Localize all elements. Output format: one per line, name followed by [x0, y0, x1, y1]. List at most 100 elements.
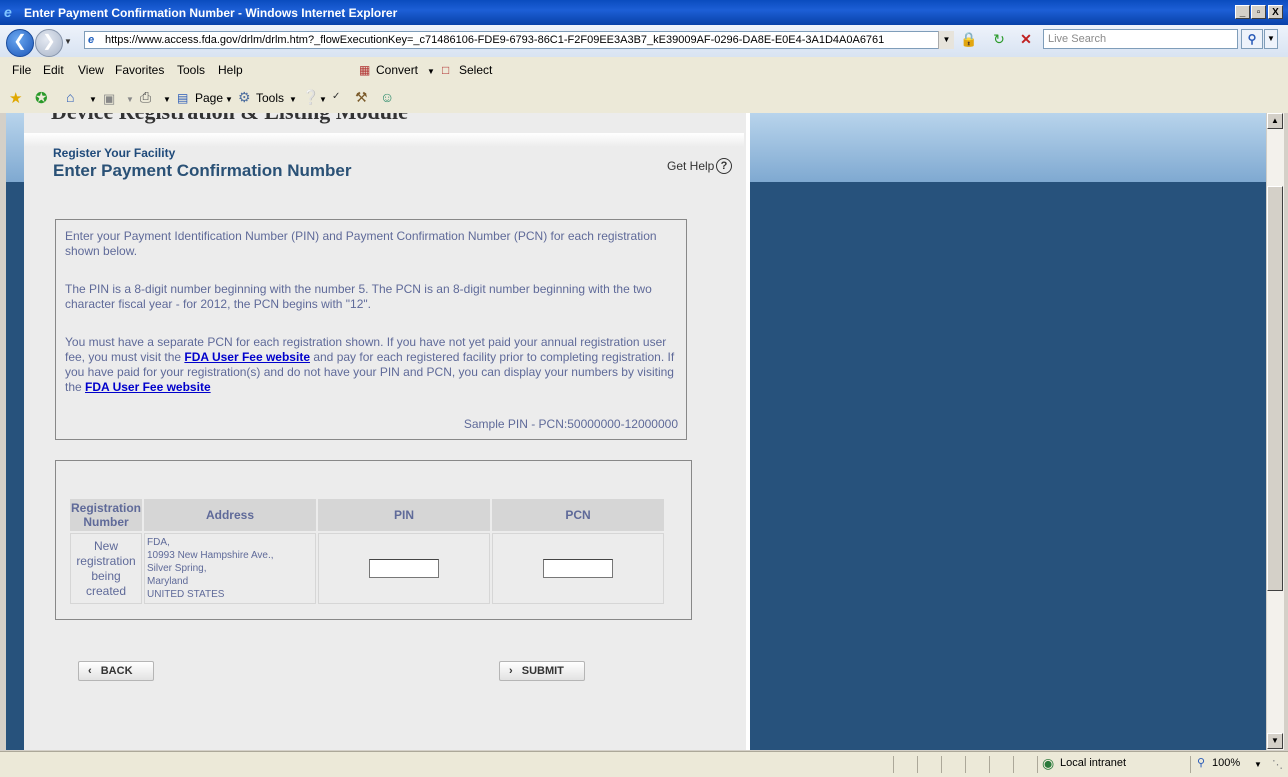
search-icon[interactable]: ⚲ — [1241, 29, 1263, 49]
page-dropdown-icon[interactable]: ▼ — [225, 95, 233, 104]
convert-icon: ▦ — [359, 63, 371, 77]
refresh-icon[interactable]: ↻ — [988, 28, 1010, 50]
spell-check-icon[interactable]: ✓ — [332, 91, 340, 102]
pcn-input[interactable] — [543, 559, 613, 578]
help-question-icon[interactable]: ? — [716, 158, 732, 174]
help-icon[interactable]: ❔ — [302, 89, 319, 106]
address-line: Silver Spring, — [147, 563, 207, 574]
page-icon: e — [88, 34, 95, 46]
registration-table-box: Registration Number Address PIN PCN New … — [55, 460, 692, 620]
home-dropdown-icon[interactable]: ▼ — [89, 95, 97, 104]
resize-grip-icon[interactable]: ⋱ — [1272, 758, 1283, 771]
tools-menu-button[interactable]: Tools — [256, 91, 284, 105]
command-bar: ★ ✪ ⌂ ▼ ▣ ▼ ⎙ ▼ ▤ Page ▼ ⚙ Tools ▼ ❔ ▼ ✓… — [0, 84, 1288, 113]
close-window-button[interactable]: X — [1268, 5, 1283, 19]
chevron-right-icon: › — [509, 665, 513, 677]
search-options-dropdown-icon[interactable]: ▼ — [1264, 29, 1278, 49]
feeds-dropdown-icon[interactable]: ▼ — [126, 95, 134, 104]
status-divider — [1037, 756, 1038, 773]
research-icon[interactable]: ⚒ — [355, 89, 368, 106]
submit-button[interactable]: › SUBMIT — [499, 661, 585, 681]
menu-help[interactable]: Help — [218, 63, 243, 77]
instructions-paragraph-3: You must have a separate PCN for each re… — [65, 335, 680, 395]
scroll-up-icon[interactable]: ▲ — [1267, 113, 1283, 129]
lock-icon[interactable]: 🔒 — [958, 28, 980, 50]
favorites-star-icon[interactable]: ★ — [9, 89, 22, 107]
instructions-paragraph-2: The PIN is a 8-digit number beginning wi… — [65, 282, 652, 311]
header-registration-number: Registration Number — [70, 499, 142, 531]
restore-button[interactable]: ▫ — [1251, 5, 1266, 19]
registration-number-cell: New registration being created — [70, 533, 142, 604]
status-divider — [941, 756, 942, 773]
print-dropdown-icon[interactable]: ▼ — [163, 95, 171, 104]
header-address: Address — [144, 499, 316, 531]
web-page-viewport: Device Registration & Listing Module Reg… — [6, 113, 1266, 750]
status-divider — [917, 756, 918, 773]
pin-cell — [318, 533, 490, 604]
status-divider — [1013, 756, 1014, 773]
page-menu-icon: ▤ — [177, 91, 189, 105]
address-line: 10993 New Hampshire Ave., — [147, 550, 274, 561]
zoom-icon: ⚲ — [1197, 757, 1206, 769]
module-heading: Device Registration & Listing Module — [51, 113, 408, 125]
menu-file[interactable]: File — [12, 63, 31, 77]
chevron-left-icon: ‹ — [88, 665, 92, 677]
status-divider — [1190, 756, 1191, 773]
menu-view[interactable]: View — [78, 63, 104, 77]
select-icon: □ — [442, 63, 450, 77]
menu-bar: File Edit View Favorites Tools Help ▦ Co… — [0, 57, 1288, 85]
url-text[interactable]: https://www.access.fda.gov/drlm/drlm.htm… — [105, 34, 884, 46]
print-icon[interactable]: ⎙ — [140, 89, 151, 106]
menu-tools[interactable]: Tools — [177, 63, 205, 77]
get-help-link[interactable]: Get Help — [667, 159, 714, 173]
address-cell: FDA, 10993 New Hampshire Ave., Silver Sp… — [144, 533, 316, 604]
feeds-icon[interactable]: ▣ — [103, 91, 115, 107]
address-dropdown-icon[interactable]: ▼ — [938, 31, 954, 49]
scrollbar-thumb[interactable] — [1267, 186, 1283, 591]
forward-arrow-icon[interactable]: ❯ — [35, 29, 63, 57]
back-button[interactable]: ‹ BACK — [78, 661, 154, 681]
status-divider — [965, 756, 966, 773]
select-button[interactable]: Select — [459, 63, 492, 77]
tools-dropdown-icon[interactable]: ▼ — [289, 95, 297, 104]
vertical-scrollbar[interactable]: ▲ ▼ — [1266, 113, 1284, 750]
menu-edit[interactable]: Edit — [43, 63, 64, 77]
help-dropdown-icon[interactable]: ▼ — [319, 95, 327, 104]
back-arrow-icon[interactable]: ❮ — [6, 29, 34, 57]
fda-user-fee-link-2[interactable]: FDA User Fee website — [85, 380, 211, 394]
zoom-dropdown-icon[interactable]: ▼ — [1254, 760, 1262, 769]
submit-button-label: SUBMIT — [521, 665, 564, 677]
address-line: Maryland — [147, 576, 189, 587]
fda-user-fee-link[interactable]: FDA User Fee website — [184, 350, 310, 364]
menu-favorites[interactable]: Favorites — [115, 63, 164, 77]
messenger-icon[interactable]: ☺ — [380, 89, 394, 105]
window-title-bar: e Enter Payment Confirmation Number - Wi… — [0, 0, 1288, 25]
tools-gear-icon: ⚙ — [238, 89, 251, 105]
intranet-globe-icon: ◉ — [1042, 755, 1055, 771]
table-row: New registration being created FDA, 1099… — [70, 533, 664, 604]
status-divider — [893, 756, 894, 773]
search-input[interactable]: Live Search — [1043, 29, 1238, 49]
address-line: FDA, — [147, 537, 170, 548]
home-icon[interactable]: ⌂ — [66, 89, 74, 105]
stop-icon[interactable]: ✕ — [1015, 28, 1037, 50]
scroll-down-icon[interactable]: ▼ — [1267, 733, 1283, 749]
sample-pin-pcn: Sample PIN - PCN:50000000-12000000 — [463, 417, 678, 431]
security-zone-label[interactable]: Local intranet — [1060, 757, 1126, 769]
zoom-level[interactable]: 100% — [1212, 757, 1240, 769]
pcn-cell — [492, 533, 664, 604]
instructions-paragraph-1: Enter your Payment Identification Number… — [65, 229, 657, 258]
status-bar: ◉ Local intranet ⚲ 100% ▼ ⋱ — [0, 751, 1288, 777]
table-header-row: Registration Number Address PIN PCN — [70, 499, 664, 531]
page-menu-button[interactable]: Page — [195, 91, 223, 105]
convert-dropdown-icon[interactable]: ▼ — [427, 67, 435, 76]
section-label: Register Your Facility — [53, 146, 176, 160]
back-button-label: BACK — [100, 665, 133, 677]
minimize-button[interactable]: _ — [1235, 5, 1250, 19]
instructions-box: Enter your Payment Identification Number… — [55, 219, 687, 440]
convert-button[interactable]: Convert — [376, 63, 418, 77]
address-bar[interactable]: e https://www.access.fda.gov/drlm/drlm.h… — [84, 31, 953, 49]
add-favorites-icon[interactable]: ✪ — [35, 89, 48, 107]
recent-pages-dropdown-icon[interactable]: ▼ — [64, 37, 72, 46]
pin-input[interactable] — [369, 559, 439, 578]
